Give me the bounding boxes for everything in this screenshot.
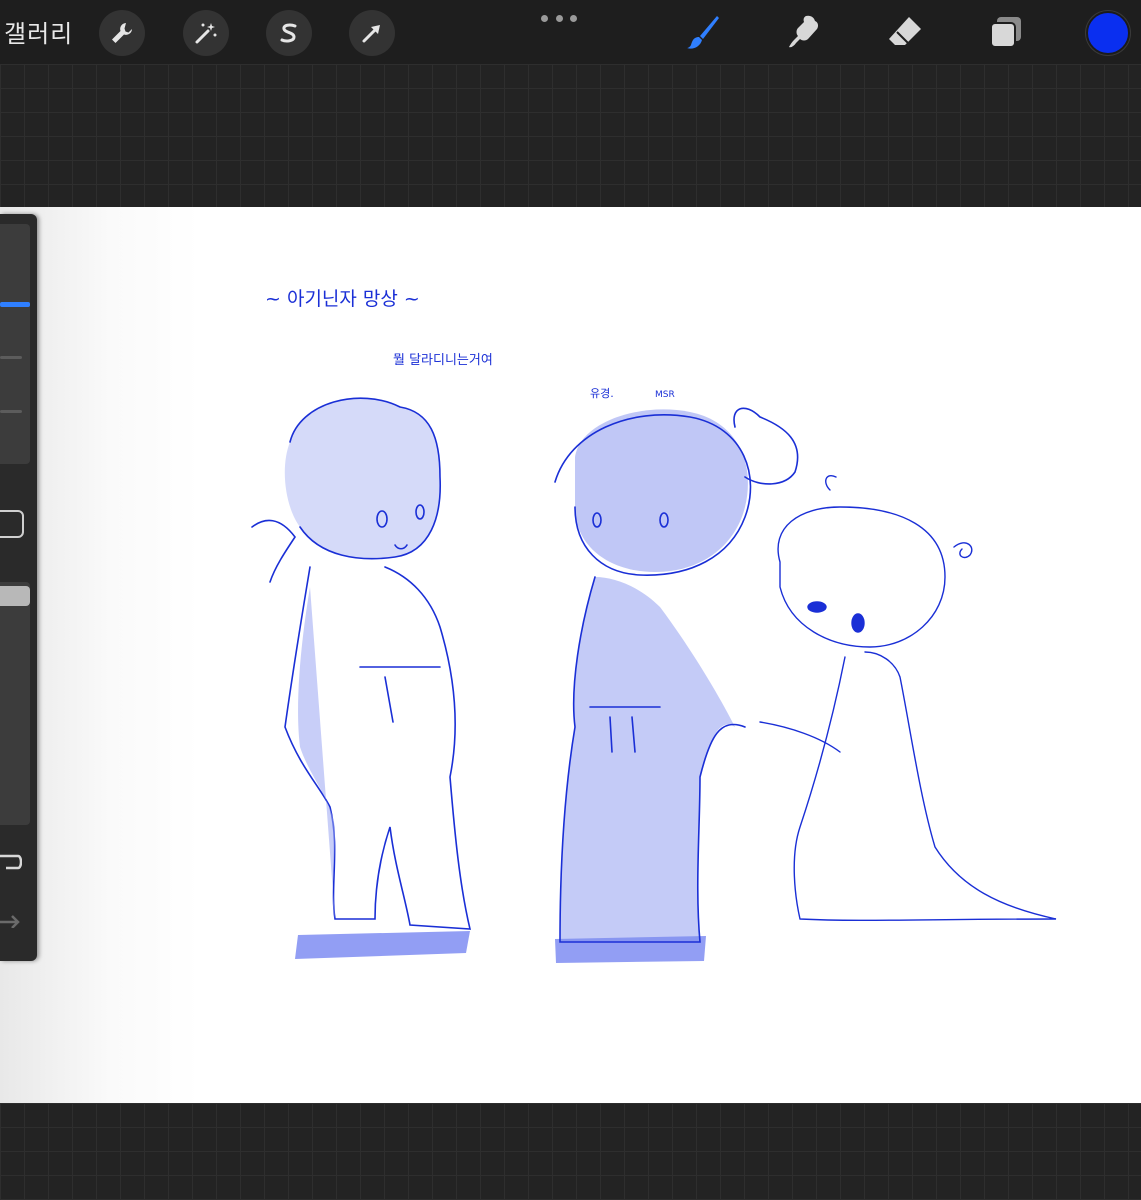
- magic-wand-icon: [195, 23, 217, 44]
- layers-icon: [990, 17, 1021, 48]
- smudge-tool-button[interactable]: [782, 10, 826, 54]
- color-picker-button[interactable]: [1086, 11, 1130, 55]
- sketch-character-3: [759, 475, 1057, 922]
- gallery-button[interactable]: 갤러리: [4, 14, 73, 49]
- layers-button[interactable]: [984, 10, 1028, 54]
- top-toolbar: 갤러리: [0, 0, 1141, 64]
- selection-icon: [280, 23, 297, 43]
- opacity-slider[interactable]: [0, 582, 30, 825]
- smudge-icon: [789, 15, 819, 48]
- redo-icon[interactable]: [0, 906, 22, 929]
- brush-icon: [687, 16, 719, 49]
- workspace-background-top: [0, 64, 1141, 207]
- eraser-icon: [889, 17, 921, 45]
- brush-size-slider[interactable]: [0, 224, 30, 464]
- workspace-background-bottom: [0, 1103, 1141, 1200]
- brush-tool-button[interactable]: [681, 10, 725, 54]
- sketch-character-1: [251, 397, 472, 930]
- selection-button[interactable]: [266, 10, 312, 56]
- brush-size-thumb[interactable]: [0, 302, 30, 307]
- sketch-caption-2: 유경.: [590, 387, 614, 400]
- sketch-caption-3: MSR: [655, 390, 675, 400]
- modify-square-icon[interactable]: [0, 510, 24, 538]
- transform-arrow-icon: [362, 25, 380, 43]
- transform-button[interactable]: [349, 10, 395, 56]
- more-dots-icon[interactable]: [541, 12, 577, 24]
- adjustments-button[interactable]: [183, 10, 229, 56]
- opacity-thumb[interactable]: [0, 586, 30, 606]
- undo-icon[interactable]: [0, 850, 23, 872]
- eraser-tool-button[interactable]: [883, 10, 927, 54]
- left-sidebar: [0, 214, 37, 961]
- wrench-icon: [112, 23, 132, 43]
- sketch-caption-1: 뭘 달라디니는거여: [393, 353, 493, 368]
- sketch-character-2: [554, 407, 799, 943]
- actions-button[interactable]: [99, 10, 145, 56]
- sketch-artwork: ~ 아기닌자 망상 ~ 뭘 달라디니는거여 유경. MSR: [251, 288, 1057, 963]
- drawing-canvas[interactable]: ~ 아기닌자 망상 ~ 뭘 달라디니는거여 유경. MSR: [0, 207, 1141, 1103]
- sketch-title: ~ 아기닌자 망상 ~: [265, 288, 420, 310]
